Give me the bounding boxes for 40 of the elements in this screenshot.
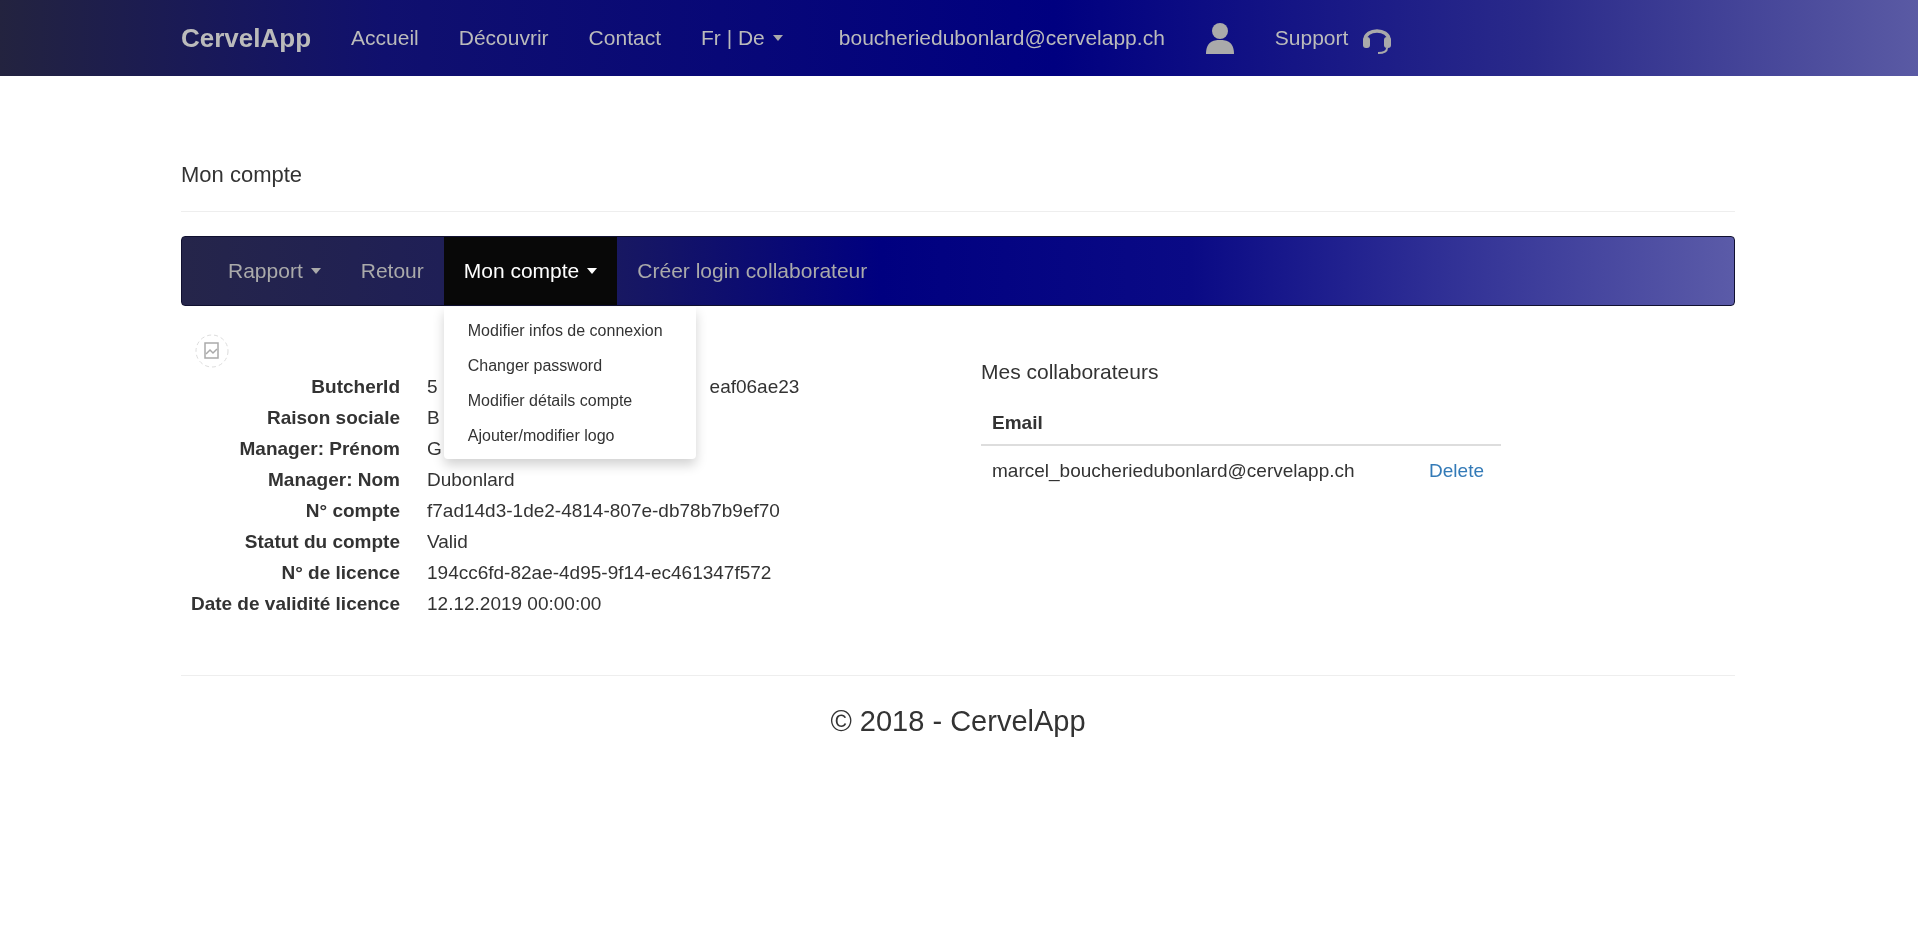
field-value: Valid — [427, 530, 468, 555]
field-label: ButcherId — [310, 375, 400, 400]
nav-link[interactable]: Accueil — [351, 22, 419, 54]
field-label: Date de validité licence — [189, 592, 400, 617]
nav-link[interactable]: Découvrir — [458, 22, 549, 54]
subnav-tab[interactable]: Retour — [340, 237, 444, 305]
field-label: N° compte — [304, 499, 400, 524]
field-label: Manager: Prénom — [238, 437, 400, 462]
delete-link[interactable]: Delete — [1429, 456, 1484, 486]
field-label: Manager: Nom — [267, 468, 400, 493]
dropdown-item[interactable]: Modifier infos de connexion — [443, 313, 696, 348]
field-value: 194cc6fd-82ae-4d95-9f14-ec461347f572 — [427, 561, 772, 586]
dropdown-item[interactable]: Modifier détails compte — [443, 383, 696, 418]
broken-image-icon — [195, 334, 229, 368]
account-email-link[interactable]: boucheriedubonlard@cervelapp.ch — [838, 22, 1165, 54]
dropdown-item[interactable]: Ajouter/modifier logo — [443, 418, 696, 453]
column-header: Email — [992, 410, 1043, 435]
footer-text: © 2018 - CervelApp — [830, 704, 1086, 739]
page-title: Mon compte — [181, 162, 303, 187]
field-value: Dubonlard — [427, 468, 515, 493]
field-label: N° de licence — [280, 561, 400, 586]
user-icon[interactable] — [1204, 22, 1235, 54]
table-cell-text: marcel_boucheriedubonlard@cervelapp.ch — [992, 458, 1355, 484]
field-value: G — [427, 437, 442, 462]
field-value: f7ad14d3-1de2-4814-807e-db78b7b9ef70 — [427, 499, 780, 524]
nav-link[interactable]: Fr | De — [701, 22, 783, 54]
subnav-tab[interactable]: Rapport — [208, 237, 341, 305]
support-link[interactable]: Support — [1274, 22, 1349, 54]
dropdown-item[interactable]: Changer password — [443, 348, 696, 383]
brand-link[interactable]: CervelApp — [181, 18, 312, 58]
field-label: Raison sociale — [265, 406, 400, 431]
field-value: 12.12.2019 00:00:00 — [427, 592, 602, 617]
section-title: Mes collaborateurs — [981, 359, 1160, 385]
nav-link[interactable]: Contact — [588, 22, 661, 54]
subnav-tab[interactable]: Créer login collaborateur — [617, 237, 888, 305]
field-label: Statut du compte — [243, 530, 400, 555]
field-value: eaf06ae23 — [709, 375, 800, 400]
field-value: B — [427, 406, 440, 431]
field-value: 5 — [427, 375, 438, 400]
subnav-tab[interactable]: Mon compte — [443, 237, 618, 305]
